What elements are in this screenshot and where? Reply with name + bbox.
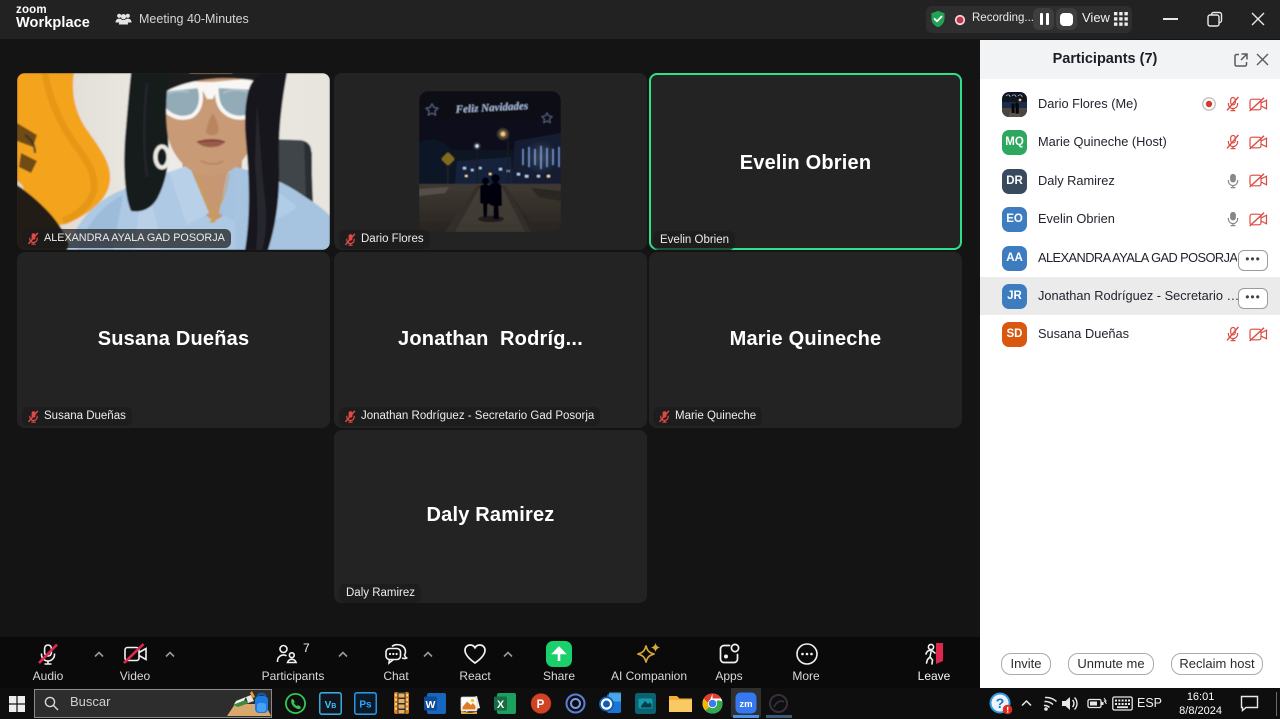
svg-text:W: W	[426, 699, 436, 711]
svg-text:X: X	[497, 699, 505, 711]
svg-text:zm: zm	[739, 699, 752, 710]
svg-text:P: P	[537, 699, 545, 711]
svg-text:Ps: Ps	[359, 700, 372, 711]
